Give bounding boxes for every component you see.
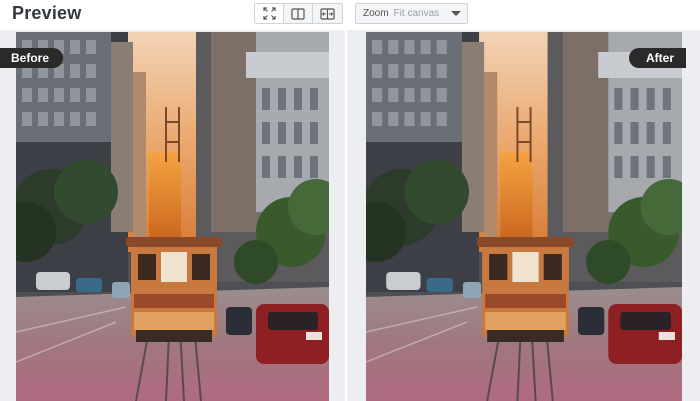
compare-slider-button[interactable]: [313, 4, 342, 23]
after-badge: After: [628, 48, 686, 68]
zoom-label: Zoom: [363, 8, 389, 19]
toolbar: Preview Zoom Fit canvas: [0, 0, 700, 30]
view-mode-group: [254, 3, 343, 24]
after-image: [366, 32, 682, 401]
zoom-value: Fit canvas: [393, 8, 440, 19]
split-divider[interactable]: [345, 30, 347, 401]
split-view-icon: [291, 7, 305, 20]
fit-screen-icon: [262, 7, 276, 20]
split-view-button[interactable]: [284, 4, 313, 23]
chevron-down-icon: [451, 11, 461, 16]
zoom-select[interactable]: Zoom Fit canvas: [355, 3, 468, 24]
before-image: [16, 32, 329, 401]
page-title: Preview: [12, 3, 82, 23]
before-badge: Before: [0, 48, 64, 68]
compare-slider-icon: [320, 7, 335, 20]
fit-screen-button[interactable]: [255, 4, 284, 23]
